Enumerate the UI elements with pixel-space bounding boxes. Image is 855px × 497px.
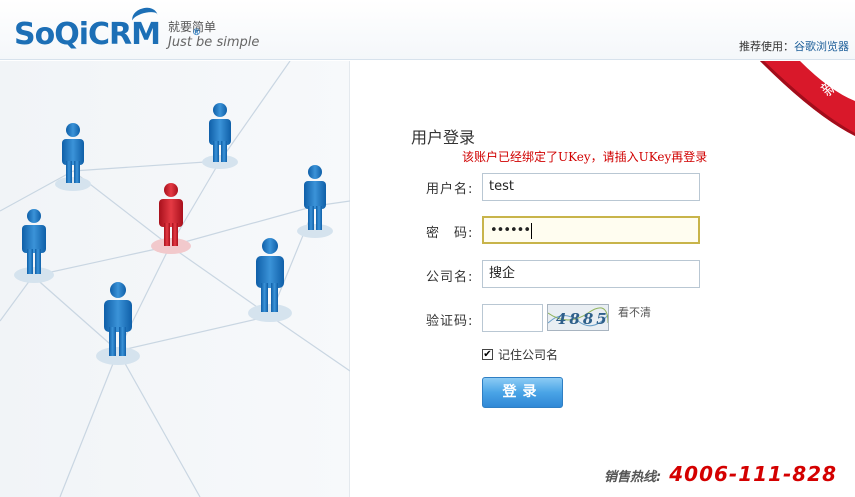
browser-recommendation: 推荐使用：谷歌浏览器 bbox=[739, 38, 849, 54]
captcha-label: 验证码: bbox=[426, 314, 474, 329]
login-button[interactable]: 登录 bbox=[482, 377, 563, 408]
username-input[interactable]: test bbox=[482, 173, 700, 201]
person-icon bbox=[96, 282, 140, 365]
hotline-label: 销售热线: bbox=[604, 470, 662, 485]
username-value: test bbox=[489, 179, 514, 194]
chrome-browser-link[interactable]: 谷歌浏览器 bbox=[794, 40, 849, 53]
captcha-image[interactable]: 4885 bbox=[547, 304, 609, 331]
captcha-input[interactable] bbox=[482, 304, 543, 332]
check-icon: ✔ bbox=[483, 348, 492, 360]
company-value: 搜企 bbox=[489, 266, 516, 281]
logo-slogan: 就要简单 Just be simple bbox=[168, 20, 259, 52]
company-label: 公司名: bbox=[426, 270, 474, 285]
person-icon bbox=[248, 238, 292, 322]
network-illustration bbox=[0, 61, 350, 497]
captcha-picture: 4885 bbox=[548, 307, 608, 328]
hotline-number: 4006-111-828 bbox=[669, 462, 837, 486]
captcha-text: 4885 bbox=[556, 310, 608, 328]
text-cursor bbox=[531, 222, 533, 239]
remember-company-option[interactable]: ✔ 记住公司名 bbox=[482, 346, 558, 363]
soqicrm-logo: SoQiCRM ® 就要简单 Just be simple bbox=[14, 4, 259, 52]
sales-hotline: 销售热线: 4006-111-828 bbox=[604, 462, 837, 486]
new-version-ribbon: 新版 bbox=[760, 61, 855, 136]
ribbon-corner-icon: 新版 bbox=[760, 61, 855, 136]
remember-label: 记住公司名 bbox=[498, 348, 559, 362]
slogan-chinese: 就要简单 bbox=[167, 20, 216, 34]
top-header: SoQiCRM ® 就要简单 Just be simple 推荐使用：谷歌浏览器 bbox=[0, 0, 855, 60]
network-lines bbox=[0, 61, 350, 497]
password-input[interactable]: •••••• bbox=[482, 216, 700, 244]
password-label: 密 码: bbox=[426, 226, 474, 241]
person-icon bbox=[55, 123, 91, 191]
person-highlighted-icon bbox=[151, 183, 191, 254]
browser-tip-label: 推荐使用： bbox=[739, 40, 794, 53]
people-network-illustration bbox=[0, 61, 350, 497]
password-mask: •••••• bbox=[490, 223, 531, 238]
person-icon bbox=[297, 165, 333, 238]
username-label: 用户名: bbox=[426, 182, 474, 197]
logo-wordmark: SoQiCRM ® bbox=[14, 4, 201, 52]
remember-checkbox[interactable]: ✔ bbox=[482, 349, 493, 360]
ukey-error-message: 该账户已经绑定了UKey，请插入UKey再登录 bbox=[462, 150, 708, 164]
person-icon bbox=[202, 103, 238, 169]
login-title: 用户登录 bbox=[411, 128, 476, 147]
company-input[interactable]: 搜企 bbox=[482, 260, 700, 288]
slogan-english: Just be simple bbox=[167, 35, 260, 50]
captcha-refresh-link[interactable]: 看不清 bbox=[618, 304, 651, 320]
person-icon bbox=[14, 209, 54, 283]
logo-registered-mark: ® bbox=[192, 28, 201, 38]
